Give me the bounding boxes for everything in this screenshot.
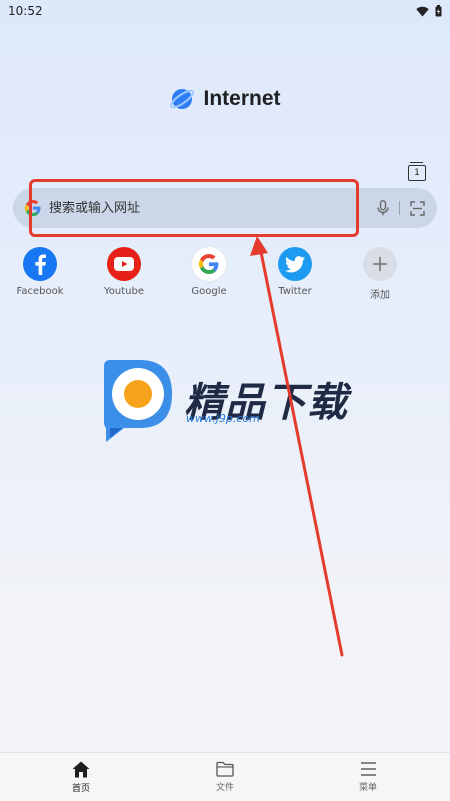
search-tools [377,200,425,216]
status-bar: 10:52 [0,0,450,22]
browser-brand: Internet [0,86,450,112]
shortcut-youtube[interactable]: Youtube [89,247,159,297]
status-icons [416,5,442,17]
brand-name: Internet [203,87,281,110]
nav-menu[interactable]: 菜单 [338,761,398,793]
scan-icon[interactable] [410,200,425,216]
menu-icon [360,762,376,776]
shortcut-twitter[interactable]: Twitter [260,247,330,297]
status-time: 10:52 [8,4,43,18]
watermark-url: www.j9p.com [186,412,260,425]
search-input[interactable] [49,200,377,216]
watermark-logo: 精品下载 www.j9p.com [98,358,358,448]
microphone-icon[interactable] [377,200,389,216]
google-g-icon [25,200,41,216]
nav-home[interactable]: 首页 [51,761,111,794]
youtube-icon [107,247,141,281]
search-tools-divider [399,201,400,215]
folder-icon [216,761,234,777]
shortcut-facebook[interactable]: Facebook [5,247,75,297]
tab-counter-button[interactable]: 1 [408,162,426,181]
shortcut-label: Facebook [16,286,64,297]
nav-label: 首页 [71,784,90,794]
wifi-icon [416,6,429,16]
nav-label: 文件 [215,783,234,793]
twitter-icon [278,247,312,281]
shortcut-label: Google [191,286,227,297]
shortcut-google[interactable]: Google [174,247,244,297]
plus-icon [363,247,397,281]
nav-label: 菜单 [358,783,377,793]
shortcut-label: 添加 [370,290,390,301]
watermark-p-icon [104,360,172,442]
tab-count: 1 [414,168,420,178]
shortcut-add[interactable]: 添加 [345,247,415,301]
shortcut-label: Twitter [278,286,312,297]
google-icon [192,247,226,281]
facebook-icon [23,247,57,281]
nav-files[interactable]: 文件 [195,761,255,793]
internet-logo-icon [170,89,195,109]
home-icon [72,761,90,778]
search-bar[interactable] [13,188,437,228]
bottom-nav: 首页 文件 菜单 [0,752,450,801]
shortcut-label: Youtube [104,286,144,297]
battery-icon [435,5,442,17]
shortcut-grid: Facebook Youtube Google Twitter 添加 [0,247,450,307]
